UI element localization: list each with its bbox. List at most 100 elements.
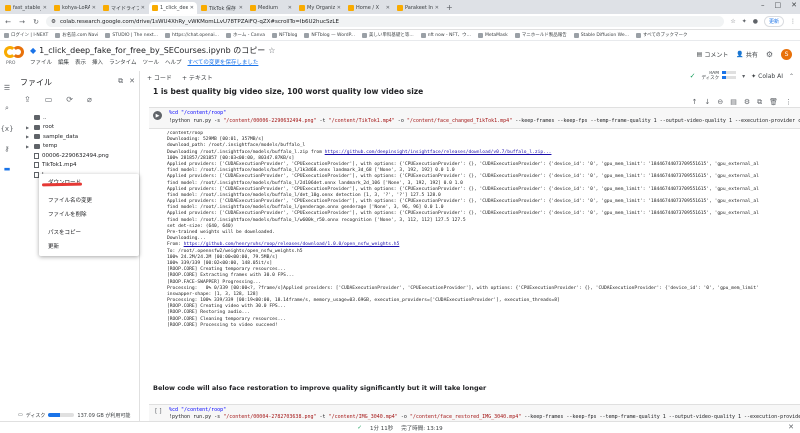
menu-item[interactable]: ランタイム (109, 58, 136, 66)
bookmark-item[interactable]: 美しい単科基礎と等... (361, 32, 414, 38)
close-panel-icon[interactable]: ✕ (129, 77, 135, 86)
url-field[interactable]: ⚙ colab.research.google.com/drive/1sWU4X… (46, 16, 725, 27)
bookmark-item[interactable]: NFTblog — WordP... (304, 32, 355, 38)
bookmark-item[interactable]: MetaMask (477, 32, 508, 38)
new-folder-icon[interactable]: ▭ (45, 95, 53, 104)
tab-close-icon[interactable]: ✕ (337, 5, 341, 11)
browser-tab[interactable]: マイドライブ - Google✕ (100, 2, 148, 14)
code-cell-2[interactable]: [ ] %cd "/content/roop" !python run.py -… (149, 404, 800, 421)
tab-close-icon[interactable]: ✕ (435, 5, 439, 11)
link-icon[interactable]: ⊖ (717, 98, 723, 107)
add-text-button[interactable]: + テキスト (182, 73, 213, 82)
menu-item[interactable]: 挿入 (92, 58, 103, 66)
tab-close-icon[interactable]: ✕ (141, 5, 145, 11)
menu-item[interactable]: ツール (142, 58, 159, 66)
bookmark-star-icon[interactable]: ☆ (730, 18, 735, 25)
tab-close-icon[interactable]: ✕ (239, 5, 243, 11)
bookmark-item[interactable]: STUDIO | The next... (105, 32, 158, 38)
cell2-run-bracket[interactable]: [ ] (155, 408, 162, 415)
update-button[interactable]: 更新 (763, 16, 784, 27)
refresh-folder-icon[interactable]: ⟳ (66, 95, 73, 104)
comment-cell-icon[interactable]: ▤ (730, 98, 737, 107)
folder-icon[interactable]: ▬ (4, 165, 11, 173)
file-tree-item[interactable]: ▶ root (18, 123, 138, 133)
context-rename[interactable]: ファイル名の変更 (48, 196, 92, 204)
star-icon[interactable]: ☆ (268, 46, 275, 55)
browser-tab[interactable]: Medium ✕ (247, 2, 295, 14)
output-link[interactable]: https://github.com/henryruhs/roop/releas… (184, 242, 400, 247)
browser-tab[interactable]: TikTok 保存 - ウォーター✕ (198, 2, 246, 14)
mount-drive-icon[interactable]: ⌀ (87, 95, 92, 104)
forward-icon[interactable]: → (18, 18, 26, 26)
menu-item[interactable]: 編集 (58, 58, 69, 66)
notebook-title[interactable]: 1_click_deep_fake_for_free_by_SECourses.… (39, 45, 265, 56)
expand-arrow-icon[interactable]: ▶ (26, 125, 31, 130)
site-info-icon[interactable]: ⚙ (51, 19, 56, 25)
cell-more-icon[interactable]: ⋮ (785, 98, 792, 107)
context-delete[interactable]: ファイルを削除 (48, 210, 87, 218)
file-tree-item[interactable]: ▶ temp (18, 142, 138, 152)
extensions-icon[interactable]: ✦ (742, 18, 747, 25)
expand-arrow-icon[interactable]: ▶ (26, 144, 31, 149)
file-tree-item[interactable]: 00006-2290632494.png (18, 151, 138, 161)
bookmark-item[interactable]: お名前.com Navi (55, 32, 98, 38)
profile-icon[interactable]: ● (753, 18, 758, 25)
browser-menu-icon[interactable]: ⋮ (790, 18, 796, 25)
browser-tab[interactable]: Parakeet Inc.✕ (394, 2, 442, 14)
browser-tab[interactable]: My Organization | Hi✕ (296, 2, 344, 14)
delete-cell-icon[interactable]: 🗑 (769, 98, 778, 107)
back-icon[interactable]: ← (4, 18, 12, 26)
move-up-icon[interactable]: ↑ (692, 98, 698, 107)
context-refresh[interactable]: 更新 (48, 242, 59, 250)
colab-ai-button[interactable]: ✦ Colab AI (751, 73, 783, 80)
tab-close-icon[interactable]: ✕ (43, 5, 47, 11)
bookmark-item[interactable]: Stable Diffusion We... (573, 32, 629, 38)
code-cell-1[interactable]: ▶ %cd "/content/roop" !python run.py -s … (149, 107, 800, 129)
tab-close-icon[interactable]: ✕ (190, 5, 194, 11)
mirror-cell-icon[interactable]: ⧉ (757, 98, 762, 107)
upload-file-icon[interactable]: ⇪ (24, 95, 31, 104)
new-window-icon[interactable]: ⧉ (118, 77, 123, 86)
settings-gear-icon[interactable]: ⚙ (766, 50, 773, 59)
browser-tab[interactable]: fast_stable_diffusion✕ (2, 2, 50, 14)
collapse-header-icon[interactable]: ⌃ (789, 73, 794, 80)
save-status-link[interactable]: すべての変更を保存しました (187, 58, 258, 66)
secrets-key-icon[interactable]: ⚷ (4, 145, 9, 153)
user-avatar[interactable]: S (781, 49, 792, 60)
expand-arrow-icon[interactable]: ▶ (26, 134, 31, 139)
variables-icon[interactable]: {x} (0, 125, 13, 133)
browser-tab[interactable]: kohya-LoRA-dreambo✕ (51, 2, 99, 14)
minimize-icon[interactable]: – (761, 1, 765, 9)
bookmark-item[interactable]: ホーム - Canva (225, 32, 265, 38)
bookmark-item[interactable]: マニホールド製品報告 (514, 32, 567, 38)
ram-disk-meter[interactable]: RAM ディスク (701, 71, 737, 81)
bookmark-item[interactable]: https://chat.openai... (164, 32, 219, 38)
cell-settings-icon[interactable]: ⚙ (744, 98, 750, 107)
menu-item[interactable]: 表示 (75, 58, 86, 66)
tab-close-icon[interactable]: ✕ (288, 5, 292, 11)
bookmark-item[interactable]: nft now - NFT、ウ... (420, 32, 471, 38)
new-tab-icon[interactable]: + (443, 2, 456, 14)
context-copy-path[interactable]: パスをコピー (48, 228, 81, 236)
menu-item[interactable]: ヘルプ (165, 58, 182, 66)
add-code-button[interactable]: + コード (147, 73, 172, 82)
colab-logo[interactable] (4, 46, 24, 60)
output-link[interactable]: https://github.com/deepinsight/insightfa… (325, 150, 552, 155)
file-tree-item[interactable]: TikTok1.mp4 (18, 161, 138, 171)
bookmark-item[interactable]: すべてのブックマーク (635, 32, 687, 38)
file-tree-item[interactable]: ▶ sample_data (18, 132, 138, 142)
search-icon[interactable]: ⌕ (5, 104, 9, 113)
close-window-icon[interactable]: ✕ (791, 1, 797, 9)
status-close-icon[interactable]: ✕ (788, 423, 794, 431)
toc-icon[interactable]: ☰ (4, 84, 10, 92)
move-down-icon[interactable]: ↓ (704, 98, 710, 107)
tab-close-icon[interactable]: ✕ (92, 5, 96, 11)
browser-tab[interactable]: 1_click_deep_fake_fo✕ (149, 2, 197, 14)
runtime-dropdown-icon[interactable]: ▾ (742, 73, 745, 80)
bookmark-item[interactable]: ログイン | I-NEXT (4, 32, 48, 38)
reload-icon[interactable]: ↻ (32, 18, 40, 26)
maximize-icon[interactable]: □ (775, 1, 782, 9)
tab-close-icon[interactable]: ✕ (386, 5, 390, 11)
comment-button[interactable]: ▤ コメント (697, 50, 729, 59)
share-button[interactable]: 👤 共有 (736, 50, 758, 59)
